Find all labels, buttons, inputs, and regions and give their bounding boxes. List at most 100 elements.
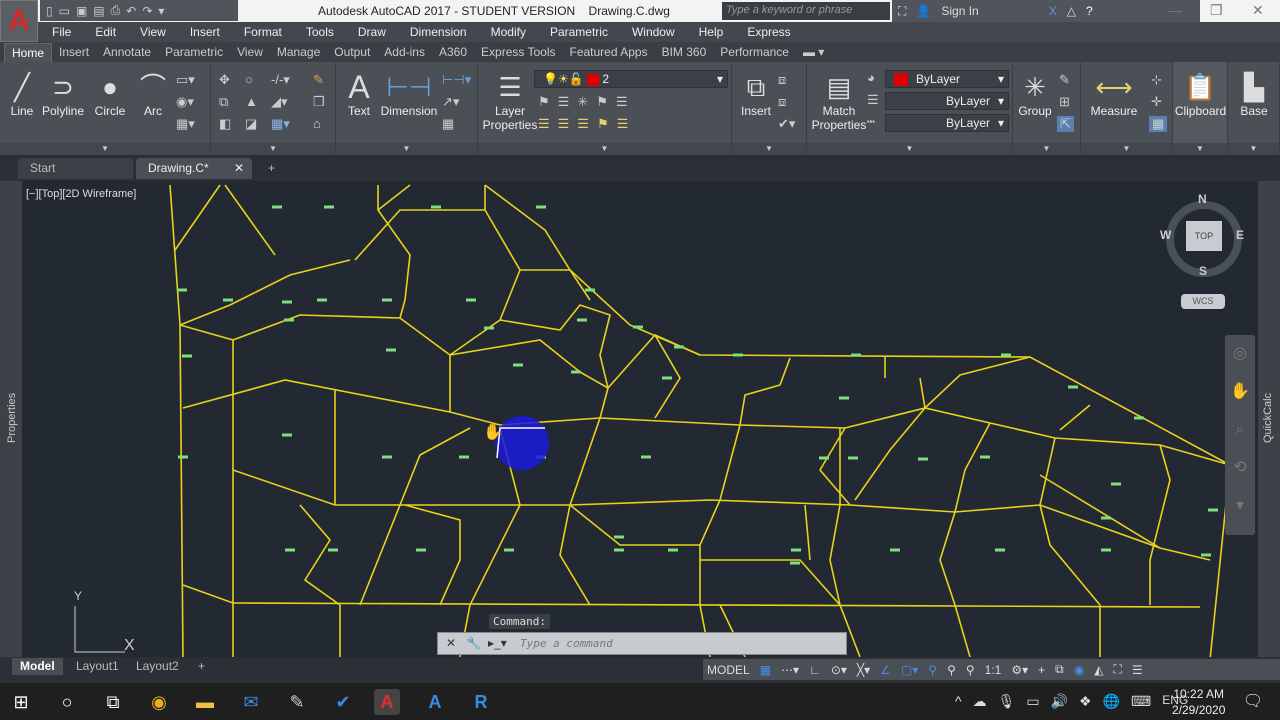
layer-properties-button[interactable]: ☰ Layer Properties — [482, 70, 538, 132]
open-icon[interactable]: ▭ — [59, 4, 70, 18]
menu-help[interactable]: Help — [699, 25, 724, 39]
drawing-polyline[interactable] — [829, 428, 861, 657]
drawing-polyline[interactable] — [484, 184, 1231, 657]
workspace-gear-icon[interactable]: ⚙▾ — [1011, 663, 1028, 677]
drawing-polyline[interactable] — [569, 504, 700, 546]
leader-icon[interactable]: ↗▾ — [442, 94, 459, 110]
binoculars-icon[interactable]: ⛶ — [898, 4, 906, 19]
keyboard-icon[interactable]: ⌨ — [1131, 693, 1151, 710]
ungroup-icon[interactable]: ✎ — [1059, 72, 1070, 88]
block-panel-expand[interactable]: ▼ — [732, 143, 806, 155]
tab-model[interactable]: Model — [12, 658, 63, 675]
menu-window[interactable]: Window — [632, 25, 675, 39]
drawing-polyline[interactable] — [819, 427, 851, 506]
menu-file[interactable]: File — [52, 25, 71, 39]
menu-edit[interactable]: Edit — [95, 25, 116, 39]
clean-screen-icon[interactable]: ⛶ — [1113, 662, 1121, 677]
clipboard-panel-expand[interactable]: ▼ — [1173, 143, 1227, 155]
annotation-panel-expand[interactable]: ▼ — [336, 143, 477, 155]
tab-drawing[interactable]: Drawing.C* ✕ — [136, 158, 252, 179]
viewport-controls[interactable]: [−][Top][2D Wireframe] — [26, 188, 136, 200]
erase-icon[interactable]: ✎ — [313, 72, 324, 88]
drawing-polyline[interactable] — [924, 356, 1031, 409]
drawing-polyline[interactable] — [954, 422, 991, 513]
annotation-scale-icon[interactable]: ⚲ — [966, 663, 975, 677]
autocad-alt-taskbar-icon[interactable]: A — [422, 689, 448, 715]
dropbox-icon[interactable]: ❖ — [1079, 693, 1092, 710]
attribute-icon[interactable]: ✔▾ — [778, 116, 795, 132]
edit-block-icon[interactable]: ⧈ — [778, 94, 786, 110]
boundary-icon[interactable]: ▦▾ — [176, 116, 195, 132]
print-icon[interactable]: ⎙ — [111, 3, 121, 18]
drawing-polyline[interactable] — [739, 357, 791, 426]
explode-icon[interactable]: ❒ — [313, 94, 325, 110]
drawing-polyline[interactable] — [179, 324, 234, 657]
globe-icon[interactable]: 🌐 — [1103, 693, 1120, 710]
layer-tools-row-1[interactable]: ⚑☰✳⚑☰ — [538, 94, 636, 110]
restore-button[interactable]: ❐ — [1210, 2, 1223, 19]
command-input[interactable]: Type a command — [520, 637, 613, 650]
auto-scale-icon[interactable]: ⚲ — [947, 663, 956, 677]
snap-icon[interactable]: ⋯▾ — [781, 663, 799, 677]
drawing-polyline[interactable] — [854, 407, 926, 501]
group-button[interactable]: ✳ Group — [1017, 70, 1053, 118]
table-icon[interactable]: ▦ — [442, 116, 454, 132]
hatch-icon[interactable]: ◉▾ — [176, 94, 194, 110]
isolate-objects-icon[interactable]: ◉ — [1074, 663, 1084, 677]
sign-in-button[interactable]: Sign In — [941, 4, 978, 18]
tray-chevron-icon[interactable]: ^ — [955, 693, 962, 710]
drawing-polyline[interactable] — [232, 314, 451, 412]
tab-express-tools[interactable]: Express Tools — [474, 43, 562, 61]
drawing-polyline[interactable] — [954, 604, 971, 657]
layers-panel-expand[interactable]: ▼ — [478, 143, 731, 155]
utilities-panel-expand[interactable]: ▼ — [1081, 143, 1172, 155]
drawing-polyline[interactable] — [699, 424, 741, 657]
annotation-monitor-icon[interactable]: + — [1038, 663, 1045, 677]
tab-performance[interactable]: Performance — [713, 43, 796, 61]
minimize-button[interactable]: — — [1168, 2, 1182, 18]
grid-icon[interactable]: ▦ — [760, 663, 771, 677]
drawing-polyline[interactable] — [354, 209, 521, 356]
draw-panel-expand[interactable]: ▼ — [0, 143, 210, 155]
tab-parametric[interactable]: Parametric — [158, 43, 230, 61]
notifications-icon[interactable]: 🗨 — [1240, 689, 1266, 715]
line-button[interactable]: ╱ Line — [6, 70, 38, 118]
menu-insert[interactable]: Insert — [190, 25, 220, 39]
polar-icon[interactable]: ⊙▾ — [831, 663, 847, 677]
properties-panel-expand[interactable]: ▼ — [807, 143, 1012, 155]
layer-tools-row-2[interactable]: ☰☰☰⚑☰ — [538, 116, 636, 132]
isodraft-icon[interactable]: ╳▾ — [857, 663, 870, 677]
drawing-polyline[interactable] — [700, 559, 841, 606]
drawing-polyline[interactable] — [449, 339, 609, 389]
tab-layout1[interactable]: Layout1 — [68, 658, 127, 675]
help-icon[interactable]: ? — [1086, 4, 1093, 18]
dimension-button[interactable]: ⊢⊣ Dimension — [380, 70, 438, 118]
create-block-icon[interactable]: ⧈ — [778, 72, 786, 88]
ortho-icon[interactable]: ∟ — [809, 663, 821, 677]
search-icon[interactable]: ○ — [54, 689, 80, 715]
polyline-button[interactable]: ⊃ Polyline — [40, 70, 86, 118]
drawing-polyline[interactable] — [939, 511, 956, 606]
new-layout-button[interactable]: + — [190, 658, 213, 675]
drawing-polyline[interactable] — [569, 387, 609, 506]
array-icon[interactable]: ▦▾ — [271, 116, 290, 132]
text-button[interactable]: A Text — [342, 70, 376, 118]
quick-select-icon[interactable]: ⊹ — [1151, 72, 1162, 88]
battery-icon[interactable]: ▭ — [1026, 693, 1039, 710]
mail-icon[interactable]: ✉ — [238, 689, 264, 715]
drawing-polyline[interactable] — [377, 184, 411, 211]
drawing-polyline[interactable] — [224, 184, 276, 256]
drawing-polyline[interactable] — [1039, 437, 1101, 606]
menu-view[interactable]: View — [140, 25, 166, 39]
drawing-polyline[interactable] — [174, 184, 221, 251]
menu-tools[interactable]: Tools — [306, 25, 334, 39]
menu-express[interactable]: Express — [747, 25, 790, 39]
customization-menu-icon[interactable]: ☰ — [1132, 663, 1143, 677]
group-edit-icon[interactable]: ⊞ — [1059, 94, 1070, 110]
tab-home[interactable]: Home — [4, 42, 53, 62]
annotation-visibility-icon[interactable]: ⚲ — [928, 663, 937, 677]
insert-button[interactable]: ⧉ Insert — [736, 70, 776, 118]
stretch-icon[interactable]: ◧ — [219, 116, 231, 132]
menu-parametric[interactable]: Parametric — [550, 25, 608, 39]
undo-icon[interactable]: ↶ — [126, 4, 136, 18]
